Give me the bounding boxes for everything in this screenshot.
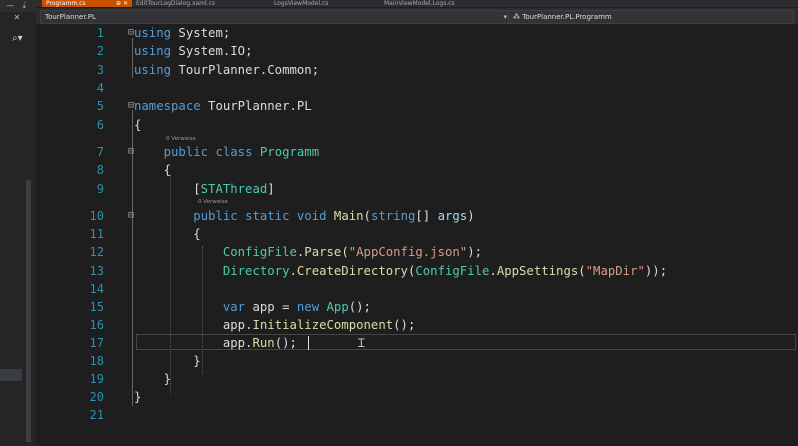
- code-line: 8 {: [36, 161, 798, 179]
- code-line: 15 var app = new App();: [36, 298, 798, 316]
- line-number: 13: [89, 264, 104, 278]
- tab-mainviewmodel-logs[interactable]: MainViewModel.Logs.cs: [380, 0, 504, 7]
- document-tab-bar: Programm.cs ⊕ ✕ EditTourLogDialog.xaml.c…: [36, 0, 798, 7]
- code-line: 14: [36, 280, 798, 298]
- codelens-references[interactable]: 0 Verweise: [166, 136, 196, 142]
- line-number: 10: [89, 209, 104, 223]
- code-text: public static void Main(string[] args): [193, 209, 475, 223]
- code-text: ConfigFile.Parse("AppConfig.json");: [222, 245, 483, 259]
- codelens-references[interactable]: 0 Verweise: [198, 199, 228, 205]
- code-text: public class Programm: [163, 145, 320, 159]
- code-line: 20 }: [36, 388, 798, 406]
- code-text: namespace TourPlanner.PL: [134, 99, 312, 113]
- code-text: app.Run();: [134, 336, 297, 350]
- code-line: 4: [36, 79, 798, 97]
- tab-label: LogsViewModel.cs: [274, 0, 329, 7]
- code-line: 13 Directory.CreateDirectory(ConfigFile.…: [36, 262, 798, 280]
- line-number: 1: [96, 26, 104, 40]
- text-cursor: [308, 336, 309, 350]
- type-member-dropdown[interactable]: ⁂ TourPlanner.PL.Programm: [508, 10, 794, 24]
- tab-logsviewmodel[interactable]: LogsViewModel.cs: [270, 0, 380, 7]
- tab-label: EditTourLogDialog.xaml.cs: [136, 0, 216, 7]
- code-text: {: [134, 227, 201, 241]
- tab-edittourlogdialog[interactable]: EditTourLogDialog.xaml.cs: [132, 0, 270, 7]
- line-number: 2: [96, 44, 104, 58]
- line-number: 21: [89, 408, 104, 422]
- code-text: {: [134, 118, 142, 132]
- line-number: 14: [89, 282, 104, 296]
- code-text: }: [134, 372, 172, 386]
- line-number: 8: [96, 163, 104, 177]
- code-line: 17 app.Run();: [36, 334, 798, 352]
- tab-label: MainViewModel.Logs.cs: [384, 0, 455, 7]
- code-line: 1 ⊟ using System;: [36, 24, 798, 42]
- line-number: 4: [96, 81, 104, 95]
- search-icon[interactable]: ⌕▾: [12, 33, 23, 44]
- line-number: 16: [89, 318, 104, 332]
- code-line: 21: [36, 406, 798, 424]
- navigation-bar: TourPlanner.PL ▾ ⁂ TourPlanner.PL.Progra…: [36, 8, 798, 24]
- code-line: 10 ⊟ public static void Main(string[] ar…: [36, 207, 798, 225]
- panel-toolbar[interactable]: — ⇣ ✕: [0, 0, 36, 22]
- ibeam-cursor-icon: Ɪ: [358, 336, 365, 350]
- code-text: }: [134, 390, 142, 404]
- code-text: Directory.CreateDirectory(ConfigFile.App…: [222, 264, 668, 278]
- project-dropdown[interactable]: TourPlanner.PL ▾: [40, 10, 512, 24]
- code-line: 16 app.InitializeComponent();: [36, 316, 798, 334]
- solution-explorer-strip: — ⇣ ✕ ⌕▾: [0, 0, 36, 446]
- selected-item[interactable]: [0, 369, 22, 381]
- tab-label: Programm.cs: [46, 0, 86, 7]
- line-number: 9: [96, 182, 104, 196]
- code-line: 3 using TourPlanner.Common;: [36, 61, 798, 79]
- code-editor[interactable]: 1 ⊟ using System; 2 using System.IO; 3 u…: [36, 24, 798, 446]
- line-number: 18: [89, 354, 104, 368]
- panel-scrollbar[interactable]: [26, 180, 31, 442]
- code-text: }: [134, 354, 201, 368]
- tab-programm[interactable]: Programm.cs ⊕ ✕: [42, 0, 132, 7]
- code-line: 18 }: [36, 352, 798, 370]
- code-line: 2 using System.IO;: [36, 42, 798, 60]
- code-text: using System.IO;: [134, 44, 253, 58]
- line-number: 7: [96, 145, 104, 159]
- code-text: app.InitializeComponent();: [134, 318, 416, 332]
- code-text: using TourPlanner.Common;: [134, 63, 320, 77]
- class-icon: ⁂: [513, 13, 520, 21]
- line-number: 12: [89, 245, 104, 259]
- code-line: 7 ⊟ public class Programm: [36, 143, 798, 161]
- line-number: 3: [96, 63, 104, 77]
- line-number: 11: [89, 227, 104, 241]
- type-name: TourPlanner.PL.Programm: [522, 13, 612, 21]
- close-icon[interactable]: ⊕ ✕: [116, 0, 128, 7]
- dropdown-icon: ▾: [503, 13, 507, 21]
- line-number: 17: [89, 336, 104, 350]
- line-number: 5: [96, 99, 104, 113]
- code-line: 6 {: [36, 116, 798, 134]
- code-line: 5 ⊟ namespace TourPlanner.PL: [36, 97, 798, 115]
- code-line: 19 }: [36, 370, 798, 388]
- code-line: 12 ConfigFile.Parse("AppConfig.json");: [36, 243, 798, 261]
- line-number: 6: [96, 118, 104, 132]
- line-number: 19: [89, 372, 104, 386]
- code-text: var app = new App();: [222, 300, 371, 314]
- code-text: using System;: [134, 26, 231, 40]
- code-text: [STAThread]: [134, 182, 275, 196]
- line-number: 15: [89, 300, 104, 314]
- code-line: 11 {: [36, 225, 798, 243]
- code-text: {: [134, 163, 172, 177]
- code-line: 9 [STAThread]: [36, 180, 798, 198]
- project-name: TourPlanner.PL: [45, 13, 96, 21]
- line-number: 20: [89, 390, 104, 404]
